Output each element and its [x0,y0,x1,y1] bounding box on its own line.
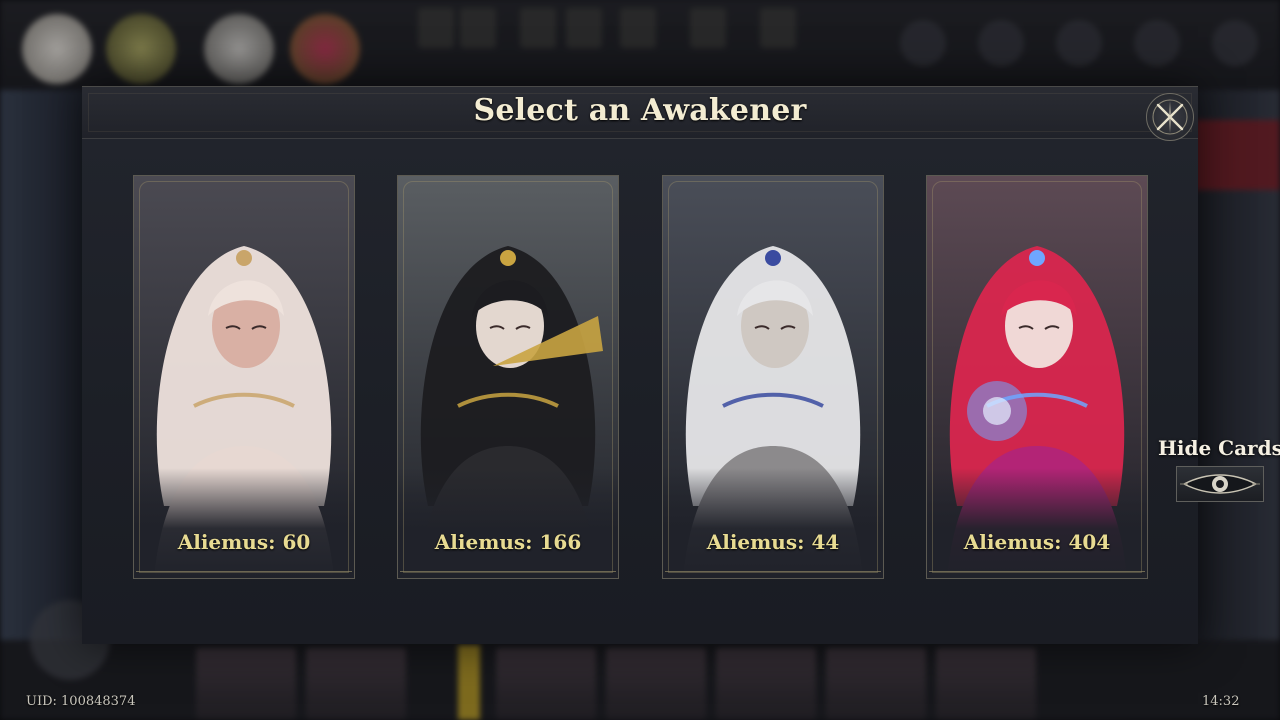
awakener-card-4[interactable]: Aliemus: 404 [926,175,1148,579]
card-label-backdrop [927,468,1147,578]
close-icon [1152,99,1188,135]
card-aliemus-label: Aliemus: 44 [706,530,840,554]
card-aliemus-label: Aliemus: 60 [177,530,311,554]
card-divider [929,571,1145,572]
user-id: UID: 100848374 [26,694,136,709]
card-label-backdrop [663,468,883,578]
card-aliemus-label: Aliemus: 404 [963,530,1111,554]
card-divider [136,571,352,572]
card-label-backdrop [134,468,354,578]
modal-header: Select an Awakener [82,87,1198,139]
close-button[interactable] [1146,93,1194,141]
card-aliemus-label: Aliemus: 166 [434,530,582,554]
eye-icon [1180,474,1260,494]
modal-title: Select an Awakener [473,93,807,128]
game-screen: Select an Awakener Aliemus: 60 Aliemus: … [0,0,1280,720]
awakener-card-3[interactable]: Aliemus: 44 [662,175,884,579]
hide-cards-label: Hide Cards [1158,436,1280,460]
hide-cards-button[interactable] [1176,466,1264,502]
card-divider [400,571,616,572]
card-label-backdrop [398,468,618,578]
clock: 14:32 [1202,694,1240,709]
awakener-select-modal: Select an Awakener Aliemus: 60 Aliemus: … [82,86,1198,644]
card-divider [665,571,881,572]
awakener-card-2[interactable]: Aliemus: 166 [397,175,619,579]
awakener-card-1[interactable]: Aliemus: 60 [133,175,355,579]
